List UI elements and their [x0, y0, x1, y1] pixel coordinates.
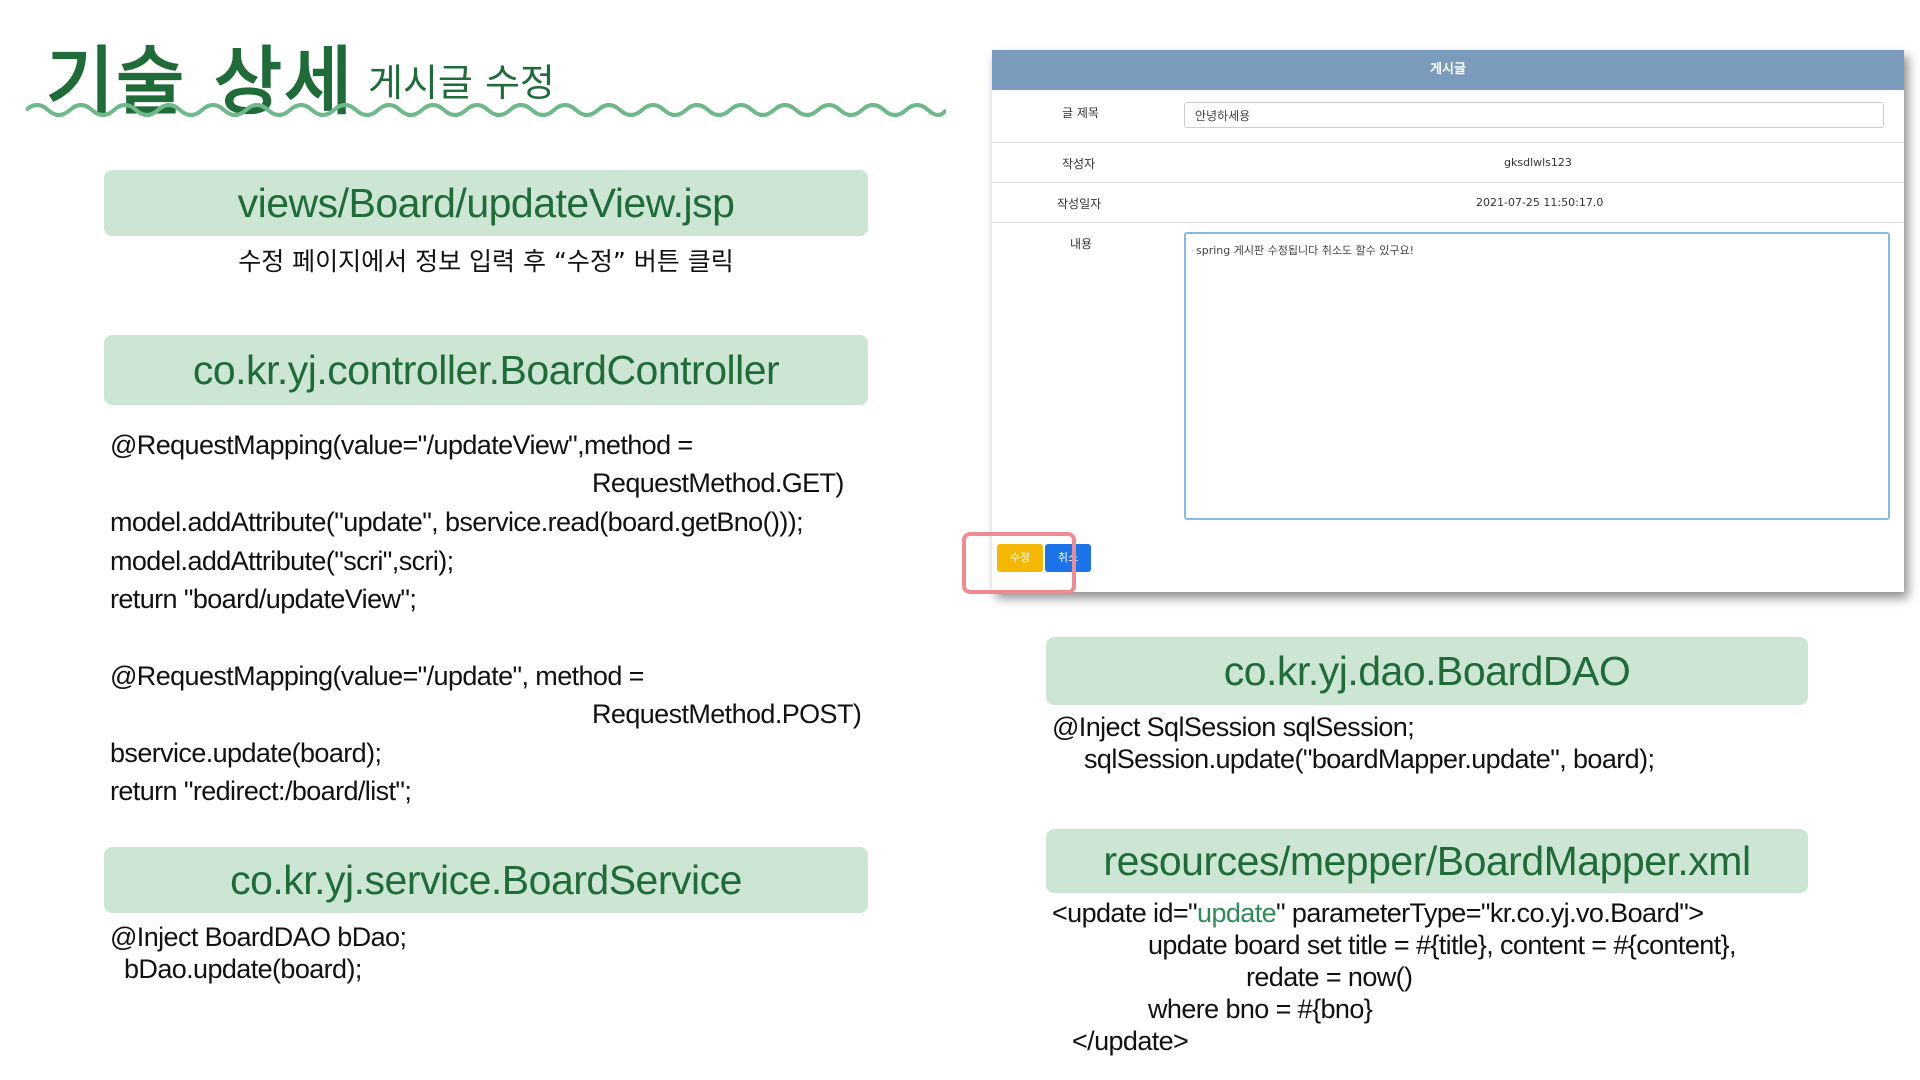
- code-line-update-open: <update id="update" parameterType="kr.co…: [1052, 898, 1704, 929]
- code-line: RequestMethod.POST): [592, 699, 862, 729]
- writer-label: 작성자: [1062, 157, 1096, 171]
- wave-divider: [26, 103, 946, 117]
- code-line: model.addAttribute("scri",scri);: [110, 546, 454, 576]
- section-banner-dao: co.kr.yj.dao.BoardDAO: [1046, 637, 1808, 705]
- board-edit-screenshot: 게시글 글 제목 안녕하세용 작성자 gksdlwls123 작성일자 2021…: [992, 50, 1904, 592]
- row-divider: [992, 182, 1904, 183]
- code-line: RequestMethod.GET): [592, 468, 844, 498]
- code-line: return "board/updateView";: [110, 584, 417, 614]
- code-block-dao: @Inject SqlSession sqlSession; sqlSessio…: [1052, 712, 1812, 782]
- row-divider: [992, 222, 1904, 223]
- date-value: 2021-07-25 11:50:17.0: [1476, 196, 1604, 209]
- row-divider: [992, 142, 1904, 143]
- section-banner-service: co.kr.yj.service.BoardService: [104, 847, 868, 913]
- title-label: 글 제목: [1062, 106, 1099, 120]
- code-line: @Inject BoardDAO bDao;: [110, 922, 407, 952]
- writer-value: gksdlwls123: [1504, 156, 1572, 169]
- page-subtitle: 게시글 수정: [368, 61, 555, 105]
- date-label: 작성일자: [1057, 197, 1102, 211]
- board-header: 게시글: [992, 50, 1904, 90]
- code-text: " parameterType="kr.co.yj.vo.Board">: [1276, 898, 1704, 928]
- code-block-mapper: <update id="update" parameterType="kr.co…: [1052, 898, 1812, 1068]
- content-label: 내용: [1070, 237, 1093, 251]
- code-line: where bno = #{bno}: [1148, 994, 1373, 1024]
- section-banner-view: views/Board/updateView.jsp: [104, 170, 868, 236]
- code-line: update board set title = #{title}, conte…: [1148, 930, 1736, 960]
- section-banner-mapper: resources/mepper/BoardMapper.xml: [1046, 829, 1808, 893]
- code-line: </update>: [1072, 1026, 1189, 1056]
- content-textarea[interactable]: spring 게시판 수정됩니다 취소도 할수 있구요!: [1184, 232, 1890, 520]
- highlight-ring: [962, 532, 1076, 594]
- code-line: redate = now(): [1246, 962, 1413, 992]
- code-line: @Inject SqlSession sqlSession;: [1052, 712, 1415, 742]
- title-input[interactable]: 안녕하세용: [1184, 102, 1884, 128]
- code-block-service: @Inject BoardDAO bDao; bDao.update(board…: [110, 922, 870, 992]
- section-banner-controller: co.kr.yj.controller.BoardController: [104, 335, 868, 405]
- code-line: bservice.update(board);: [110, 738, 382, 768]
- code-line: @RequestMapping(value="/update", method …: [110, 661, 644, 691]
- code-text: <update id=": [1052, 898, 1198, 928]
- code-line: bDao.update(board);: [124, 954, 362, 984]
- code-block-controller: @RequestMapping(value="/updateView",meth…: [110, 430, 870, 810]
- code-line: return "redirect:/board/list";: [110, 776, 412, 806]
- section-caption-view: 수정 페이지에서 정보 입력 후 “수정” 버튼 클릭: [238, 247, 734, 276]
- code-line: @RequestMapping(value="/updateView",meth…: [110, 430, 693, 460]
- code-line: sqlSession.update("boardMapper.update", …: [1084, 744, 1655, 774]
- code-line: model.addAttribute("update", bservice.re…: [110, 507, 804, 537]
- code-highlight: update: [1197, 898, 1277, 928]
